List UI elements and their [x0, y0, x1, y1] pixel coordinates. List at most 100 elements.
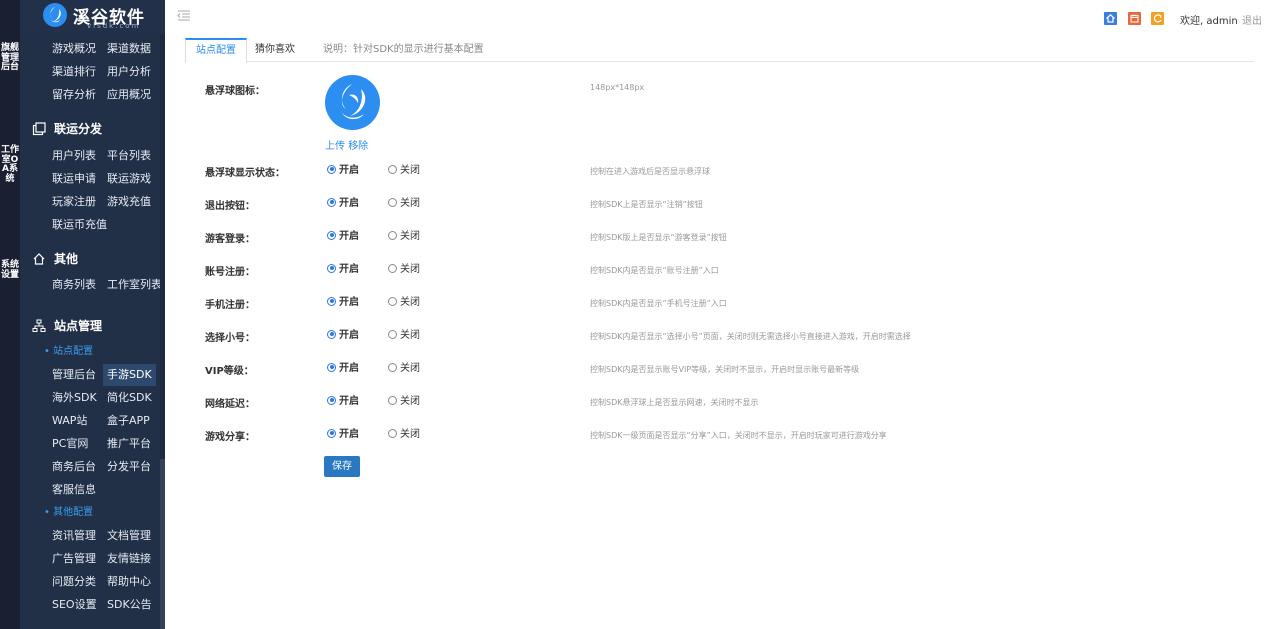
sidebar-item-channel-rank[interactable]: 渠道排行 — [52, 61, 96, 83]
tab-site-config[interactable]: 站点配置 — [185, 38, 247, 63]
sidebar-item-sdk-notice[interactable]: SDK公告 — [107, 594, 152, 616]
sidebar-item-box-app[interactable]: 盒子APP — [107, 410, 150, 432]
welcome-text: 欢迎, admin — [1180, 16, 1238, 27]
radio-phone-register-on[interactable]: 开启 — [327, 296, 359, 310]
sidebar-item-union-games[interactable]: 联运游戏 — [107, 168, 151, 190]
sidebar-item-help-center[interactable]: 帮助中心 — [107, 571, 151, 593]
brand-mark-icon — [341, 84, 366, 120]
sidebar-item-overseas-sdk[interactable]: 海外SDK — [52, 387, 97, 409]
radio-select-sub-account-off[interactable]: 关闭 — [388, 329, 420, 343]
radio-unchecked-icon — [388, 362, 397, 372]
sidebar-item-app-overview[interactable]: 应用概况 — [107, 84, 151, 106]
sidebar-item-wap-site[interactable]: WAP站 — [52, 410, 87, 432]
sidebar-item-channel-data[interactable]: 渠道数据 — [107, 38, 151, 60]
calendar-icon[interactable] — [1128, 12, 1141, 25]
row-note-guest-login: 控制SDK版上是否显示“游客登录”按钮 — [590, 233, 727, 242]
sidebar-item-platform-list[interactable]: 平台列表 — [107, 145, 151, 167]
radio-game-share-off[interactable]: 关闭 — [388, 428, 420, 442]
sidebar-item-ads[interactable]: 广告管理 — [52, 548, 96, 570]
radio-phone-register-off[interactable]: 关闭 — [388, 296, 420, 310]
radio-account-register-on[interactable]: 开启 — [327, 263, 359, 277]
sidebar-item-game-recharge[interactable]: 游戏充值 — [107, 191, 151, 213]
row-note-logout-button: 控制SDK上是否显示“注销”按钮 — [590, 200, 703, 209]
float-ball-preview-image — [325, 75, 380, 130]
row-note-account-register: 控制SDK内是否显示“账号注册”入口 — [590, 266, 719, 275]
row-note-phone-register: 控制SDK内是否显示“手机号注册”入口 — [590, 299, 727, 308]
row-note-select-sub-account: 控制SDK内是否显示“选择小号”页面，关闭时则无需选择小号直接进入游戏，开启时需… — [590, 332, 911, 341]
strip-item-studio-oa[interactable]: 工作室OA系统 — [0, 145, 20, 184]
sidebar-item-distribution-platform[interactable]: 分发平台 — [107, 456, 151, 478]
sidebar-item-studio-list[interactable]: 工作室列表 — [107, 274, 162, 296]
float-icon-label: 悬浮球图标： — [205, 86, 265, 97]
sidebar-item-union-apply[interactable]: 联运申请 — [52, 168, 96, 190]
radio-account-register-off[interactable]: 关闭 — [388, 263, 420, 277]
radio-unchecked-icon — [388, 197, 397, 207]
tab-guess-you-like[interactable]: 猜你喜欢 — [245, 38, 305, 62]
sidebar-item-friend-links[interactable]: 友情链接 — [107, 548, 151, 570]
sidebar-item-promo-platform[interactable]: 推广平台 — [107, 433, 151, 455]
radio-checked-icon — [327, 428, 336, 438]
strip-item-flagship[interactable]: 旗舰管理后台 — [0, 43, 20, 73]
radio-checked-icon — [327, 362, 336, 372]
row-label-game-share: 游戏分享： — [205, 432, 255, 443]
row-note-vip-level: 控制SDK内是否显示账号VIP等级，关闭时不显示，开启时显示账号最新等级 — [590, 365, 860, 374]
sidebar-item-mobile-sdk[interactable]: 手游SDK — [103, 364, 156, 386]
sidebar-item-faq-category[interactable]: 问题分类 — [52, 571, 96, 593]
section-label: 站点管理 — [54, 319, 103, 333]
sidebar-item-lite-sdk[interactable]: 简化SDK — [107, 387, 152, 409]
sidebar-item-player-register[interactable]: 玩家注册 — [52, 191, 96, 213]
main-content: 站点配置 猜你喜欢 说明：针对SDK的显示进行基本配置 悬浮球图标： 上传 移除… — [165, 34, 1266, 629]
radio-unchecked-icon — [388, 329, 397, 339]
sidebar-item-coin-recharge[interactable]: 联运币充值 — [52, 214, 107, 236]
row-label-phone-register: 手机注册： — [205, 300, 255, 311]
menu-fold-icon[interactable] — [177, 9, 191, 23]
radio-float-display-off[interactable]: 关闭 — [388, 164, 420, 178]
refresh-icon[interactable] — [1151, 12, 1164, 25]
radio-vip-level-off[interactable]: 关闭 — [388, 362, 420, 376]
remove-link[interactable]: 移除 — [348, 141, 368, 152]
radio-logout-button-off[interactable]: 关闭 — [388, 197, 420, 211]
row-label-network-latency: 网络延迟： — [205, 399, 255, 410]
radio-vip-level-on[interactable]: 开启 — [327, 362, 359, 376]
sidebar-item-game-overview[interactable]: 游戏概况 — [52, 38, 96, 60]
logout-link[interactable]: 退出 — [1242, 12, 1262, 27]
radio-select-sub-account-on[interactable]: 开启 — [327, 329, 359, 343]
radio-float-display-on[interactable]: 开启 — [327, 164, 359, 178]
save-button[interactable]: 保存 — [324, 456, 360, 477]
sidebar-item-retention[interactable]: 留存分析 — [52, 84, 96, 106]
radio-checked-icon — [327, 230, 336, 240]
system-switcher-strip: 旗舰管理后台 工作室OA系统 系统设置 — [0, 0, 20, 629]
sidebar-item-pc-site[interactable]: PC官网 — [52, 433, 88, 455]
sidebar-item-news[interactable]: 资讯管理 — [52, 525, 96, 547]
sidebar-item-business-list[interactable]: 商务列表 — [52, 274, 96, 296]
radio-unchecked-icon — [388, 230, 397, 240]
radio-logout-button-on[interactable]: 开启 — [327, 197, 359, 211]
sidebar-item-admin-backend[interactable]: 管理后台 — [52, 364, 96, 386]
sidebar-item-user-analysis[interactable]: 用户分析 — [107, 61, 151, 83]
radio-guest-login-on[interactable]: 开启 — [327, 230, 359, 244]
top-bar: 欢迎, admin 退出 — [165, 0, 1266, 34]
radio-network-latency-off[interactable]: 关闭 — [388, 395, 420, 409]
sidebar-item-support-info[interactable]: 客服信息 — [52, 479, 96, 501]
radio-unchecked-icon — [388, 395, 397, 405]
tab-description: 说明：针对SDK的显示进行基本配置 — [323, 44, 484, 55]
brand-logo[interactable]: 溪谷软件 vlsdk.com — [20, 0, 165, 34]
sidebar-subgroup-other-config[interactable]: • 其他配置 — [44, 504, 93, 522]
brand-mark-icon — [43, 3, 67, 27]
sidebar-item-seo[interactable]: SEO设置 — [52, 594, 97, 616]
radio-network-latency-on[interactable]: 开启 — [327, 395, 359, 409]
sidebar-subgroup-site-config[interactable]: • 站点配置 — [44, 343, 93, 361]
radio-guest-login-off[interactable]: 关闭 — [388, 230, 420, 244]
row-label-select-sub-account: 选择小号： — [205, 333, 255, 344]
home-icon[interactable] — [1104, 12, 1117, 25]
radio-game-share-on[interactable]: 开启 — [327, 428, 359, 442]
upload-link[interactable]: 上传 — [325, 141, 345, 152]
strip-item-system-settings[interactable]: 系统设置 — [0, 260, 20, 280]
sidebar-item-docs[interactable]: 文档管理 — [107, 525, 151, 547]
radio-checked-icon — [327, 329, 336, 339]
sidebar-item-user-list[interactable]: 用户列表 — [52, 145, 96, 167]
sitemap-icon — [32, 319, 46, 332]
brand-domain: vlsdk.com — [87, 22, 141, 30]
sidebar-item-business-backend[interactable]: 商务后台 — [52, 456, 96, 478]
row-label-account-register: 账号注册： — [205, 267, 255, 278]
